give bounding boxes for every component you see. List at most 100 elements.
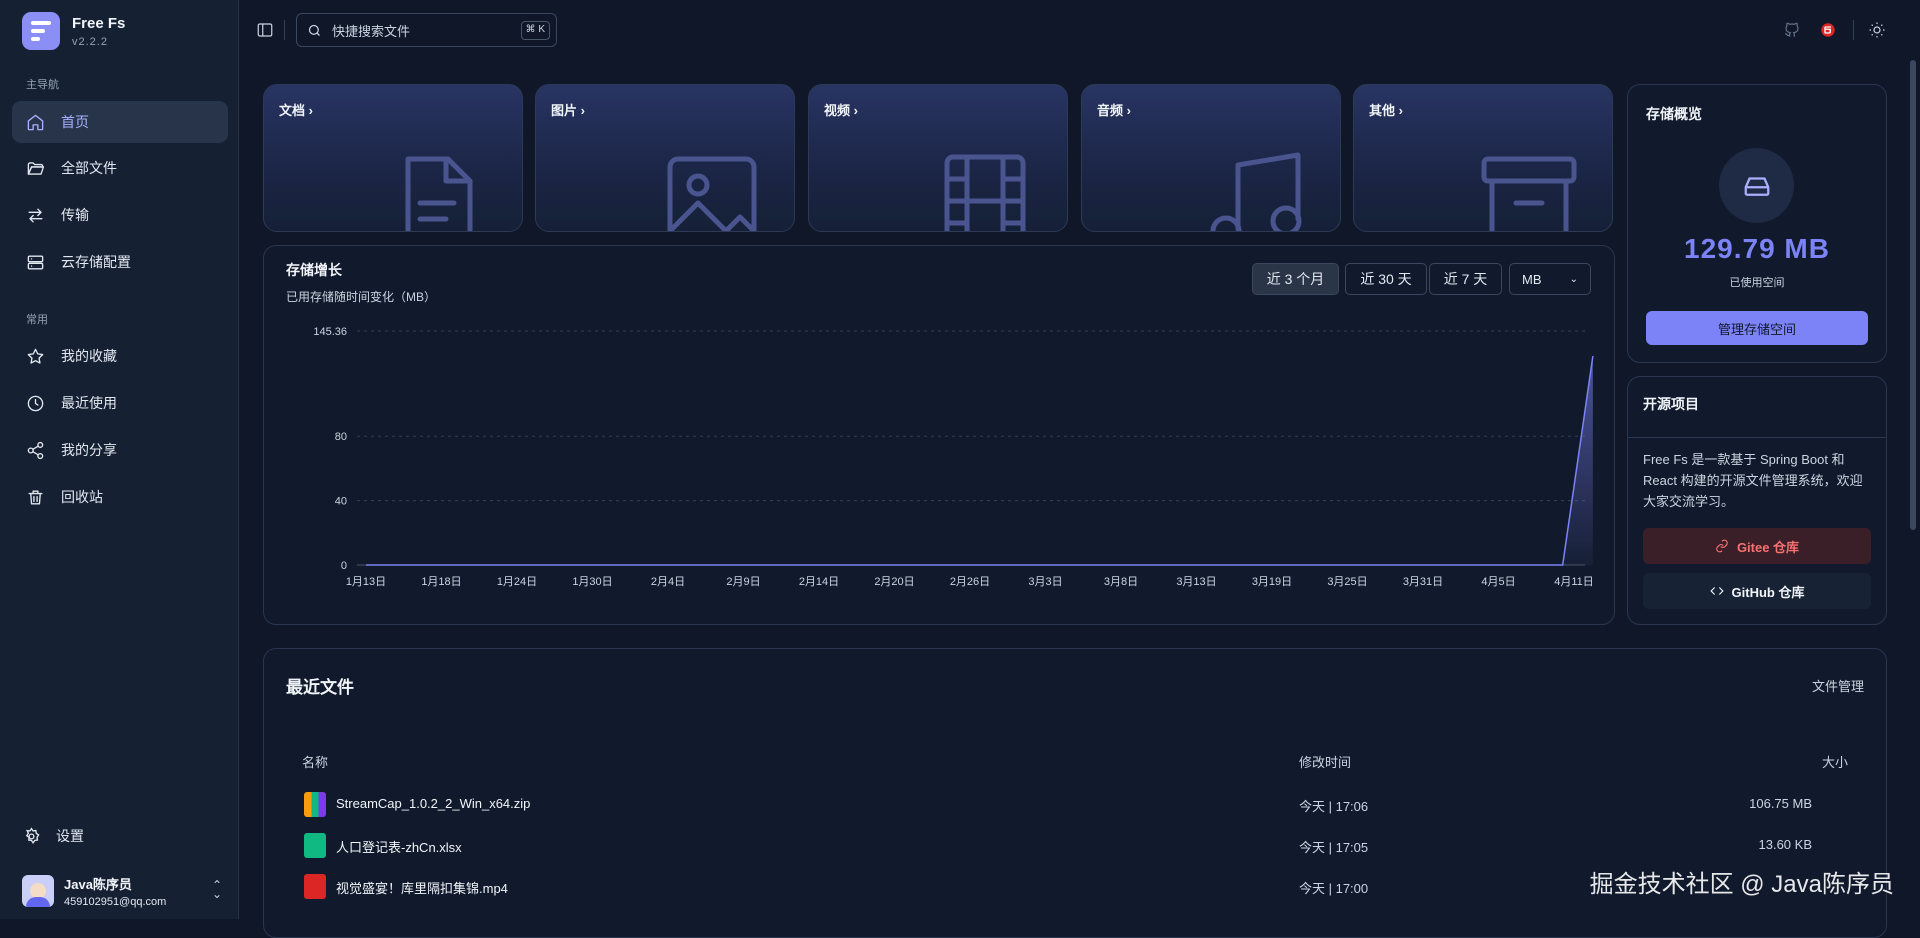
divider <box>1628 437 1886 438</box>
category-card-other[interactable]: 其他 › <box>1353 84 1613 232</box>
archive-icon <box>1481 156 1577 231</box>
category-card-documents[interactable]: 文档 › <box>263 84 523 232</box>
x-tick-label: 3月25日 <box>1327 576 1367 588</box>
music-icon <box>1210 152 1302 231</box>
divider <box>284 20 285 40</box>
sidebar-item-label: 首页 <box>61 114 89 130</box>
file-name: 人口登记表-zhCn.xlsx <box>336 840 462 855</box>
gitee-icon[interactable] <box>1819 21 1837 39</box>
github-label: GitHub 仓库 <box>1731 584 1805 600</box>
hard-drive-icon <box>1744 176 1769 196</box>
search-icon <box>308 24 320 36</box>
sidebar-item-shares[interactable]: 我的分享 <box>12 429 228 471</box>
x-tick-label: 3月3日 <box>1028 576 1062 588</box>
column-header-name[interactable]: 名称 <box>302 752 328 771</box>
user-menu[interactable]: Java陈序员 459102951@qq.com ⌃ ⌄ <box>22 873 222 909</box>
series-area <box>366 356 1593 565</box>
gitee-repo-button[interactable]: Gitee 仓库 <box>1643 528 1871 564</box>
sun-icon[interactable] <box>1868 21 1886 39</box>
star-icon <box>27 348 44 364</box>
sidebar-item-trash[interactable]: 回收站 <box>12 476 228 518</box>
y-tick-label: 40 <box>335 496 347 508</box>
manage-storage-button[interactable]: 管理存储空间 <box>1646 311 1868 345</box>
code-icon <box>1709 587 1724 595</box>
used-space-value: 129.79 MB <box>1684 233 1830 264</box>
brand[interactable]: Free Fs v2.2.2 <box>22 12 125 50</box>
image-icon <box>667 156 757 231</box>
x-tick-label: 3月13日 <box>1176 576 1216 588</box>
file-name: StreamCap_1.0.2_2_Win_x64.zip <box>336 796 531 811</box>
github-icon[interactable] <box>1783 21 1801 39</box>
file-modified: 今天 | 17:00 <box>1299 881 1369 896</box>
scrollbar[interactable] <box>1910 0 1918 919</box>
sidebar-item-cloud-storage[interactable]: 云存储配置 <box>12 241 228 283</box>
x-tick-label: 1月30日 <box>572 576 612 588</box>
trash-icon <box>28 489 43 505</box>
spreadsheet-file-icon <box>304 833 326 858</box>
column-header-size[interactable]: 大小 <box>1822 752 1848 771</box>
table-row[interactable]: 人口登记表-zhCn.xlsx 今天 | 17:05 13.60 KB <box>264 825 1850 865</box>
category-label: 视频 <box>824 103 851 118</box>
storage-overview-panel: 存储概览 129.79 MB 已使用空间 管理存储空间 <box>1627 84 1887 363</box>
table-row[interactable]: StreamCap_1.0.2_2_Win_x64.zip 今天 | 17:06… <box>264 784 1850 824</box>
sidebar-item-home[interactable]: 首页 <box>12 101 228 143</box>
y-tick-label: 0 <box>341 560 347 572</box>
sidebar-item-label: 云存储配置 <box>61 254 131 270</box>
gear-icon <box>25 826 40 844</box>
x-tick-label: 2月9日 <box>726 576 760 588</box>
x-tick-label: 4月11日 <box>1554 576 1594 588</box>
sidebar-item-all-files[interactable]: 全部文件 <box>12 147 228 189</box>
disk-badge <box>1719 148 1794 223</box>
category-card-videos[interactable]: 视频 › <box>808 84 1068 232</box>
y-tick-label: 145.36 <box>313 326 347 338</box>
clock-icon <box>27 395 44 411</box>
search-input[interactable]: 快捷搜索文件 ⌘ K <box>296 13 557 47</box>
category-label: 图片 <box>551 103 578 118</box>
share-icon <box>27 441 44 459</box>
column-header-modified[interactable]: 修改时间 <box>1299 752 1351 771</box>
file-size: 13.60 KB <box>1758 837 1813 852</box>
shortcut-badge: ⌘ K <box>520 21 550 40</box>
sidebar-item-label: 我的收藏 <box>61 348 117 364</box>
x-tick-label: 1月24日 <box>497 576 537 588</box>
settings-label: 设置 <box>56 828 84 844</box>
scrollbar-thumb[interactable] <box>1910 60 1916 530</box>
category-label: 其他 <box>1369 103 1396 118</box>
sidebar-item-transfer[interactable]: 传输 <box>12 194 228 236</box>
video-file-icon <box>304 874 326 899</box>
sidebar-item-label: 我的分享 <box>61 442 117 458</box>
settings-button[interactable]: 设置 <box>22 826 84 846</box>
folder-open-icon <box>27 161 45 175</box>
file-modified: 今天 | 17:05 <box>1299 840 1369 855</box>
server-icon <box>27 254 44 270</box>
category-card-images[interactable]: 图片 › <box>535 84 795 232</box>
brand-version: v2.2.2 <box>72 35 108 48</box>
sidebar-item-recent[interactable]: 最近使用 <box>12 382 228 424</box>
file-modified: 今天 | 17:06 <box>1299 799 1369 814</box>
document-icon <box>405 156 473 231</box>
x-tick-label: 4月5日 <box>1481 576 1515 588</box>
sidebar-item-label: 全部文件 <box>61 160 117 176</box>
x-tick-label: 1月13日 <box>346 576 386 588</box>
category-label: 文档 <box>279 103 306 118</box>
storage-growth-panel: 存储增长 已用存储随时间变化（MB） 近 3 个月 近 30 天 近 7 天 M… <box>263 245 1615 625</box>
y-tick-label: 80 <box>335 431 347 443</box>
category-card-audio[interactable]: 音频 › <box>1081 84 1341 232</box>
github-repo-button[interactable]: GitHub 仓库 <box>1643 573 1871 609</box>
zip-file-icon <box>304 792 326 817</box>
series-line <box>366 355 1594 566</box>
x-tick-label: 2月20日 <box>874 576 914 588</box>
used-space-label: 已使用空间 <box>1729 277 1785 289</box>
open-source-panel: 开源项目 Free Fs 是一款基于 Spring Boot 和 React 构… <box>1627 376 1887 625</box>
category-label: 音频 <box>1097 103 1124 118</box>
chevron-up-down-icon: ⌃ ⌄ <box>211 878 222 901</box>
topbar: 快捷搜索文件 ⌘ K <box>240 0 1920 60</box>
avatar <box>22 875 54 907</box>
file-size: 106.75 MB <box>1749 796 1812 811</box>
x-tick-label: 2月4日 <box>651 576 685 588</box>
nav-section-main: 主导航 <box>26 79 59 91</box>
sidebar-toggle-icon[interactable] <box>256 21 274 39</box>
sidebar-item-favorites[interactable]: 我的收藏 <box>12 335 228 377</box>
file-manage-link[interactable]: 文件管理 <box>1812 676 1864 695</box>
storage-growth-chart: 0 40 80 145.36 1月13日 1月18日 1月24日 1月30日 2月4日 2月9日 2… <box>313 326 1594 588</box>
